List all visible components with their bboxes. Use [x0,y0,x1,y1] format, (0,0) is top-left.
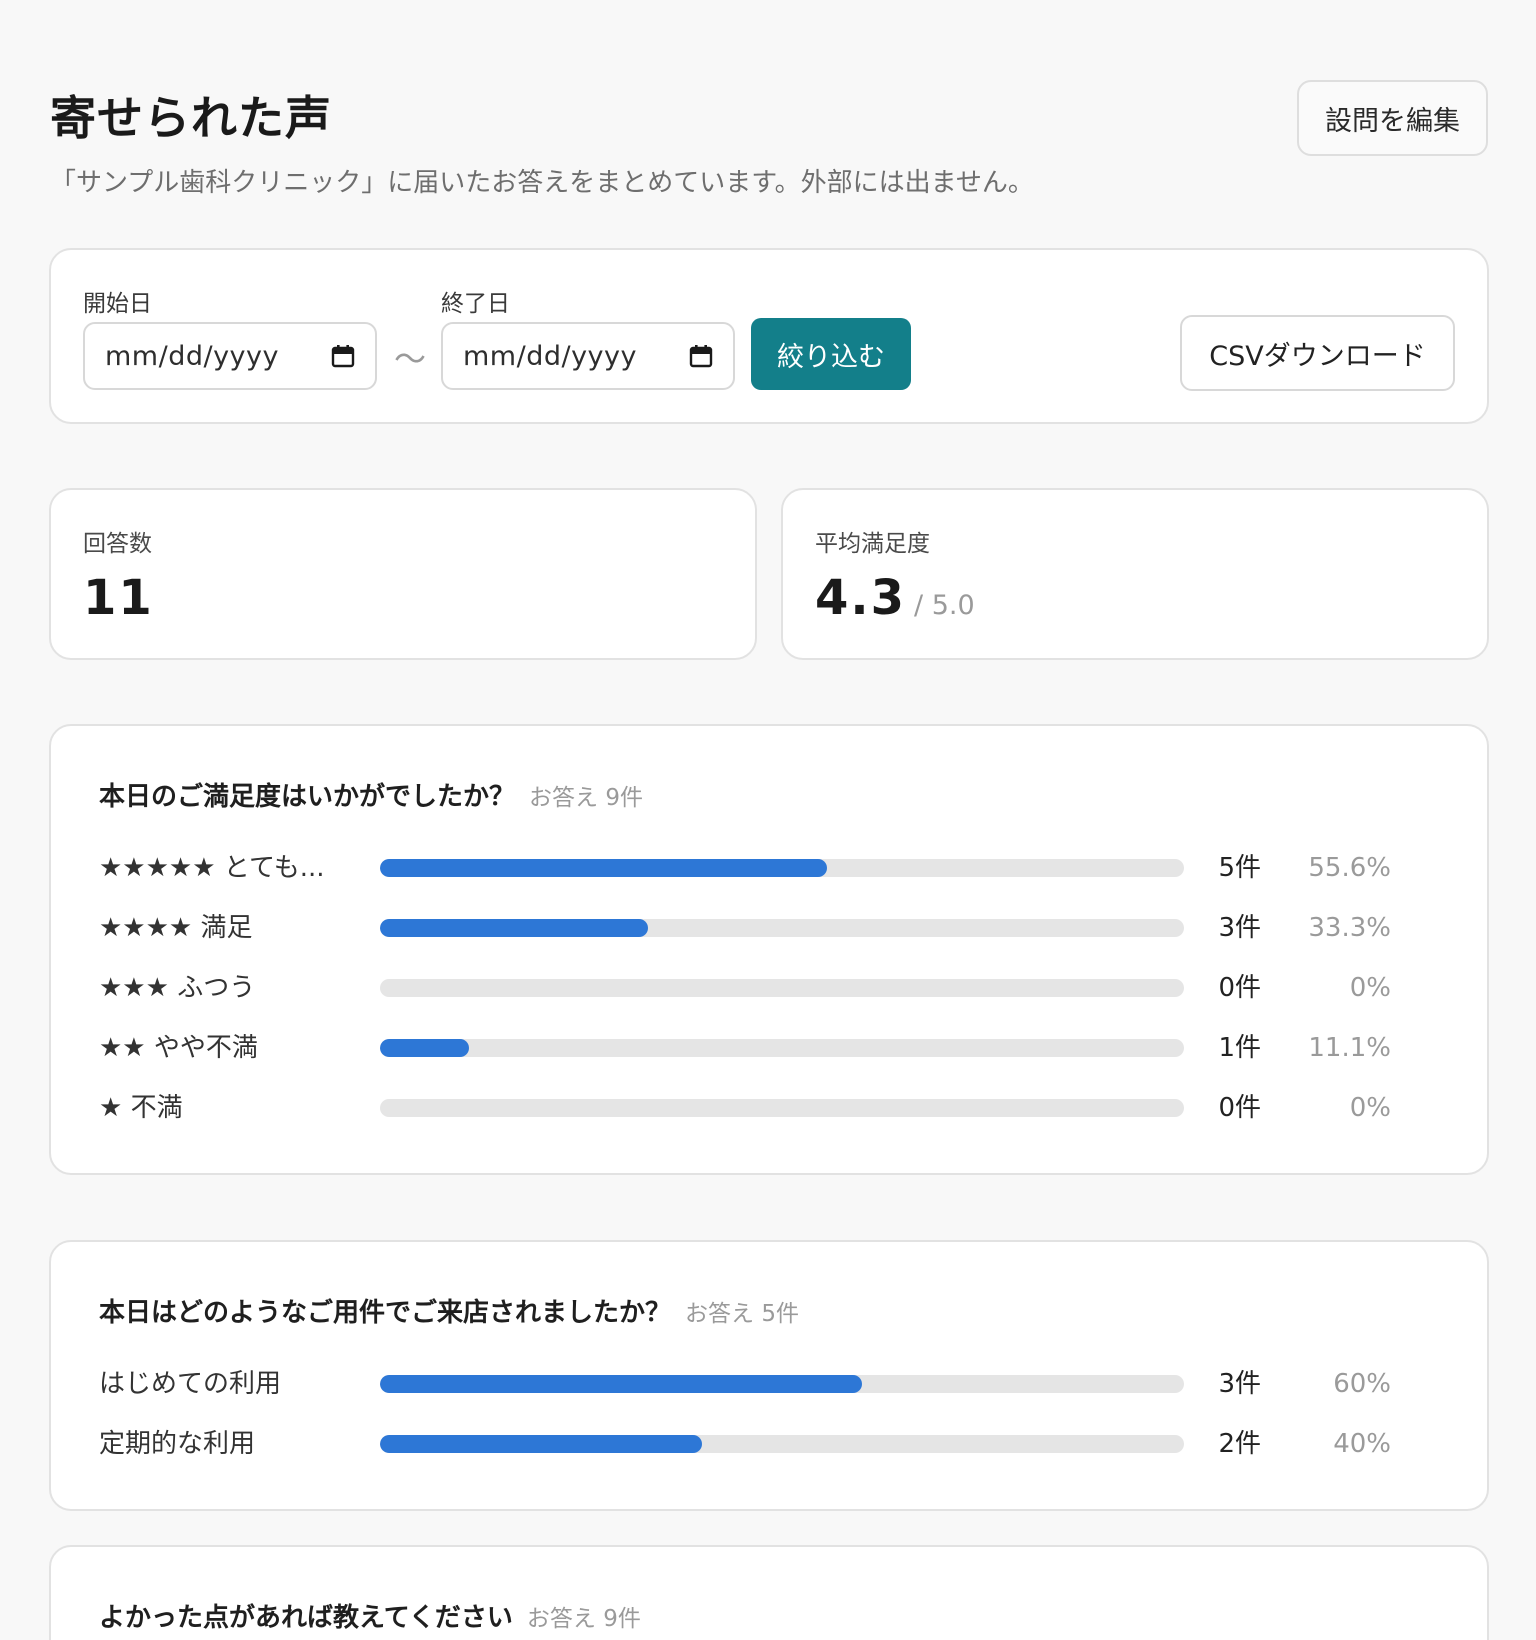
answer-count: 3件 [1218,913,1261,943]
question-title: 本日はどのようなご用件でご来店されましたか？ お答え 5件 [99,1292,799,1329]
date-range-separator: 〜 [394,340,427,378]
answer-percent: 60% [1333,1369,1391,1399]
answer-bar-fill [380,1039,470,1057]
calendar-icon[interactable] [331,344,355,368]
answer-label: ★★★★★ とても... [99,853,325,883]
answer-percent: 0% [1349,973,1391,1003]
question-title-text: 本日のご満足度はいかがでしたか？ [99,782,516,812]
answer-percent: 11.1% [1308,1033,1391,1063]
calendar-icon[interactable] [689,344,713,368]
answer-percent: 55.6% [1308,853,1391,883]
answer-bar-fill [380,1375,863,1393]
answer-bar-track [380,979,1184,997]
csv-download-button[interactable]: CSVダウンロード [1180,315,1455,391]
answer-row: ★★★★★ とても... 5件 55.6% [51,848,1487,888]
answer-row: ★ 不満 0件 0% [51,1088,1487,1128]
answer-count: 0件 [1218,973,1261,1003]
response-count-value: 11 [83,570,154,626]
average-satisfaction-card: 平均満足度 4.3/ 5.0 [781,488,1489,660]
answer-label: 定期的な利用 [99,1429,256,1459]
apply-filter-button[interactable]: 絞り込む [751,318,911,390]
question-title-text: 本日はどのようなご用件でご来店されましたか？ [99,1298,672,1328]
question-title: よかった点があれば教えてください お答え 9件 [99,1597,641,1634]
question-title-text: よかった点があれば教えてください [99,1603,513,1633]
response-count-number: 11 [83,570,154,626]
end-date-label: 終了日 [441,291,510,317]
filter-panel: 開始日 mm/dd/yyyy 〜 終了日 mm/dd/yyyy 絞り込む CSV… [49,248,1489,424]
question-card-satisfaction: 本日のご満足度はいかがでしたか？ お答え 9件 ★★★★★ とても... 5件 5… [49,724,1489,1175]
question-answer-count: お答え 5件 [685,1301,799,1327]
answer-count: 5件 [1218,853,1261,883]
answer-bar-fill [380,859,828,877]
edit-questions-button[interactable]: 設問を編集 [1297,80,1488,156]
average-satisfaction-value: 4.3/ 5.0 [815,570,975,626]
answer-count: 3件 [1218,1369,1261,1399]
question-card-good-points: よかった点があれば教えてください お答え 9件 [49,1545,1489,1640]
answer-row: ★★★★ 満足 3件 33.3% [51,908,1487,948]
answer-count: 0件 [1218,1093,1261,1123]
average-satisfaction-label: 平均満足度 [815,531,930,557]
response-count-card: 回答数 11 [49,488,757,660]
question-title: 本日のご満足度はいかがでしたか？ お答え 9件 [99,776,643,813]
answer-percent: 33.3% [1308,913,1391,943]
end-date-placeholder: mm/dd/yyyy [463,340,637,372]
start-date-label: 開始日 [83,291,152,317]
answer-bar-track [380,1435,1184,1453]
answer-label: ★★ やや不満 [99,1033,258,1063]
answer-bar-track [380,1039,1184,1057]
question-card-visit-purpose: 本日はどのようなご用件でご来店されましたか？ お答え 5件 はじめての利用 3件 … [49,1240,1489,1511]
response-count-label: 回答数 [83,531,152,557]
answer-bar-fill [380,919,648,937]
answer-row: はじめての利用 3件 60% [51,1364,1487,1404]
answer-bar-track [380,919,1184,937]
answer-label: はじめての利用 [99,1369,282,1399]
end-date-input[interactable]: mm/dd/yyyy [441,322,735,390]
question-answer-count: お答え 9件 [529,785,643,811]
average-satisfaction-max: / 5.0 [914,590,975,621]
answer-count: 2件 [1218,1429,1261,1459]
page-title: 寄せられた声 [50,91,332,145]
answer-label: ★ 不満 [99,1093,183,1123]
answer-percent: 40% [1333,1429,1391,1459]
answer-label: ★★★★ 満足 [99,913,253,943]
start-date-placeholder: mm/dd/yyyy [105,340,279,372]
answer-bar-track [380,859,1184,877]
survey-results-page: 寄せられた声 「サンプル歯科クリニック」に届いたお答えをまとめています。外部には… [0,0,1536,1640]
answer-row: 定期的な利用 2件 40% [51,1424,1487,1464]
answer-bar-track [380,1375,1184,1393]
answer-count: 1件 [1218,1033,1261,1063]
answer-row: ★★★ ふつう 0件 0% [51,968,1487,1008]
answer-percent: 0% [1349,1093,1391,1123]
average-satisfaction-number: 4.3 [815,570,907,626]
page-subtitle: 「サンプル歯科クリニック」に届いたお答えをまとめています。外部には出ません。 [50,168,1034,198]
answer-bar-track [380,1099,1184,1117]
start-date-input[interactable]: mm/dd/yyyy [83,322,377,390]
answer-row: ★★ やや不満 1件 11.1% [51,1028,1487,1068]
answer-bar-fill [380,1435,702,1453]
answer-label: ★★★ ふつう [99,973,256,1003]
question-answer-count: お答え 9件 [526,1606,641,1632]
